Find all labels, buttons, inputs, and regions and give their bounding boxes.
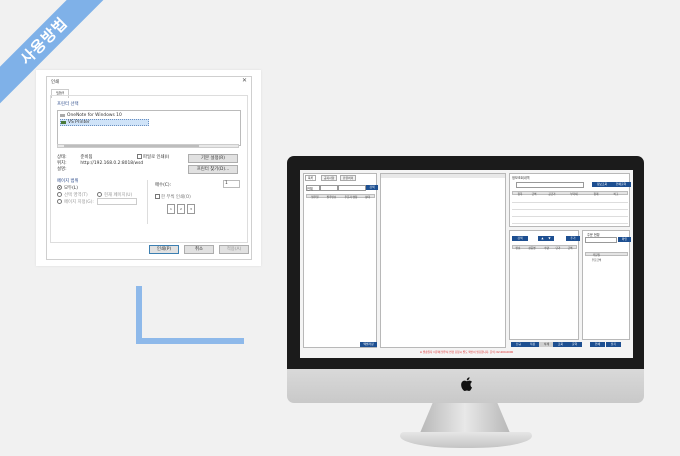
item-search-button[interactable]: 검색	[512, 236, 528, 241]
left-panel: 목록 공지사항 환불처리 전체 검색 발주일 발주번호 주문자 명칭 상태 엑셀저장	[303, 173, 378, 348]
apply-button[interactable]: 적용(A)	[219, 245, 249, 254]
monitor-screen: 목록 공지사항 환불처리 전체 검색 발주일 발주번호 주문자 명칭 상태 엑셀저장 …	[300, 170, 633, 358]
info-query-button[interactable]: 정보조회	[592, 182, 612, 187]
tab-notice[interactable]: 공지사항	[321, 175, 338, 181]
new-button[interactable]: 신규	[511, 342, 526, 347]
range-all-radio[interactable]: 모두(L)	[57, 185, 78, 191]
delete-button[interactable]: 삭제	[539, 342, 554, 347]
corner-ribbon: 사용방법	[0, 0, 120, 120]
info-print-button[interactable]: 인쇄출력	[611, 182, 631, 187]
item-panel: 검색 ▲ ▼ 추가 번호 상품명 수량 단가 금액	[509, 230, 580, 340]
find-printer-button[interactable]: 프린터 찾기(D)...	[188, 165, 238, 174]
monitor-stand-base	[400, 432, 532, 448]
print-button-app[interactable]: 인쇄	[590, 342, 605, 347]
preferences-button[interactable]: 기본 설정(R)	[188, 154, 238, 163]
left-table-header: 발주일 발주번호 주문자 명칭 상태	[306, 194, 375, 199]
query-button[interactable]: 조회	[553, 342, 568, 347]
copies-label: 매수(C):	[155, 183, 172, 188]
checkbox-icon	[137, 154, 142, 159]
info-table-rows	[512, 196, 628, 224]
center-panel-header	[381, 174, 505, 178]
add-item-button[interactable]: 추가	[566, 236, 580, 241]
cancel-button[interactable]: 취소	[184, 245, 214, 254]
save-button[interactable]: 저장	[525, 342, 540, 347]
printer-item-selected[interactable]: VS Printer	[60, 119, 149, 126]
printer-icon	[61, 121, 66, 124]
pages-input[interactable]	[97, 198, 137, 205]
apple-logo-icon	[461, 377, 472, 391]
comment-row: 설명:	[57, 167, 67, 172]
status-bar-text: ※ 발송일자 이후에 발주서 변경 요청시 별도 확인이 필요합니다. 문의: …	[419, 351, 514, 354]
divider	[147, 180, 148, 224]
connector-horizontal	[136, 338, 244, 344]
monitor-stand-neck	[420, 403, 510, 433]
tab-list[interactable]: 목록	[305, 175, 317, 181]
order-status-confirm-button[interactable]: 확인	[618, 237, 631, 242]
print-to-file-checkbox[interactable]: 파일로 인쇄(I)	[137, 154, 169, 160]
item-table-header: 번호 상품명 수량 단가 금액	[512, 245, 577, 250]
info-panel-title: 정보조회내역	[512, 176, 530, 180]
info-panel: 정보조회내역 정보조회 인쇄출력 항목 금액 공급가 부가세 합계 비고	[509, 173, 631, 227]
horizontal-scrollbar[interactable]	[57, 144, 239, 148]
usage-banner: 사용방법	[0, 0, 117, 114]
center-panel	[380, 173, 506, 348]
range-selection-radio[interactable]: 선택 영역(T)	[57, 192, 88, 198]
filter-select[interactable]: 전체	[306, 185, 320, 191]
tab-refund[interactable]: 환불처리	[340, 175, 357, 181]
order-status-input[interactable]	[585, 237, 617, 243]
collate-checkbox[interactable]: 한 부씩 인쇄(O)	[155, 194, 191, 200]
print-button[interactable]: 인쇄(P)	[149, 245, 179, 254]
search-button[interactable]: 검색	[366, 185, 378, 190]
info-table-header: 항목 금액 공급가 부가세 합계 비고	[512, 191, 628, 196]
order-status-header: 주문일주문금액	[585, 252, 628, 262]
scroll-thumb[interactable]	[64, 145, 199, 147]
close-button-app[interactable]: 닫기	[606, 342, 621, 347]
search-input[interactable]	[338, 185, 366, 191]
move-down-button[interactable]: ▼	[545, 236, 554, 241]
order-status-panel: 주문 현황 확인 주문일주문금액	[582, 230, 631, 340]
excel-save-button[interactable]: 엑셀저장	[360, 342, 377, 347]
connector-vertical	[136, 286, 142, 344]
output-button[interactable]: 출력	[567, 342, 582, 347]
page-range-label: 페이지 범위	[57, 179, 79, 184]
copies-spinner[interactable]: 1	[223, 180, 240, 188]
range-pages-radio[interactable]: 페이지 지정(G):	[57, 199, 94, 205]
collate-illustration: 1 2 3	[167, 202, 197, 214]
field-select[interactable]	[320, 185, 338, 191]
close-icon[interactable]: ✕	[242, 77, 247, 84]
info-field[interactable]	[516, 182, 584, 188]
